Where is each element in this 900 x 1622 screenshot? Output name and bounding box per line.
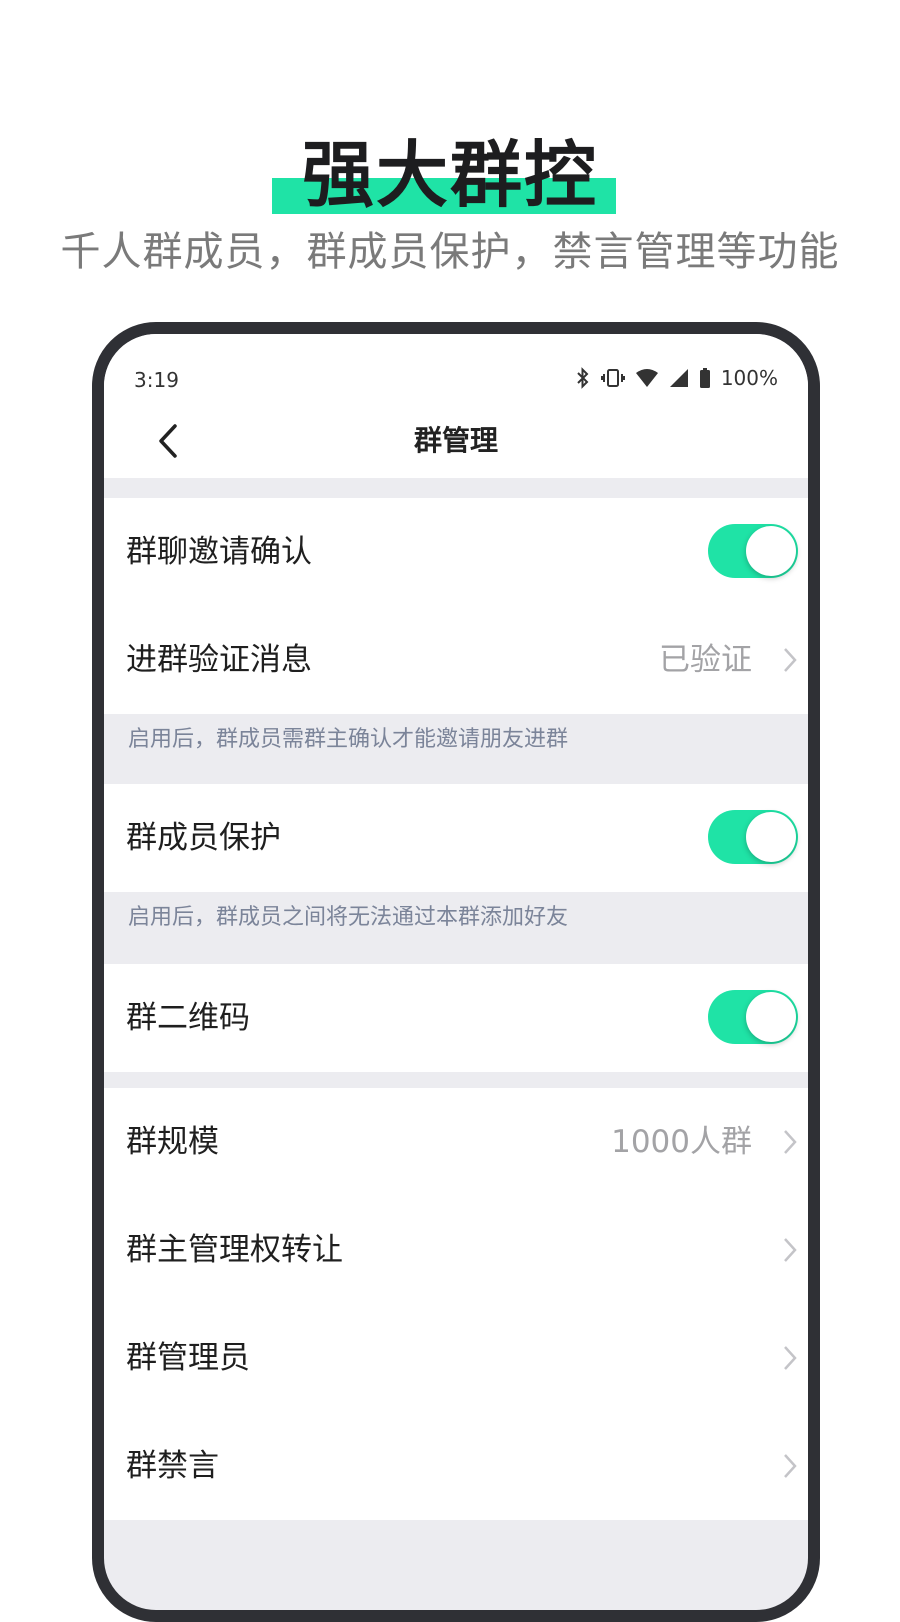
section-protect: 群成员保护	[104, 784, 808, 892]
transfer-owner-label: 群主管理权转让	[126, 1232, 343, 1268]
chevron-right-icon	[784, 1238, 797, 1262]
row-mute[interactable]: 群禁言	[104, 1412, 808, 1520]
status-icons: 100%	[575, 366, 778, 390]
chevron-right-icon	[784, 648, 797, 672]
section-qr: 群二维码	[104, 964, 808, 1072]
member-protect-label: 群成员保护	[126, 820, 281, 856]
invite-confirm-label: 群聊邀请确认	[126, 534, 312, 570]
qr-code-label: 群二维码	[126, 1000, 250, 1036]
signal-icon	[669, 368, 689, 388]
qr-code-toggle[interactable]	[708, 990, 798, 1044]
status-bar: 3:19 100%	[104, 334, 808, 414]
page-title: 群管理	[413, 424, 498, 457]
hint-protect: 启用后，群成员之间将无法通过本群添加好友	[104, 892, 808, 962]
chevron-right-icon	[784, 1346, 797, 1370]
admins-label: 群管理员	[126, 1340, 250, 1376]
row-group-size[interactable]: 群规模 1000人群	[104, 1088, 808, 1196]
hint-invite-text: 启用后，群成员需群主确认才能邀请朋友进群	[128, 727, 569, 752]
row-qr-code: 群二维码	[104, 964, 808, 1072]
invite-confirm-toggle[interactable]	[708, 524, 798, 578]
phone-frame: 3:19 100% 群管理 群聊邀请确认 进群验证消息 已验证 启用后，群成员需…	[92, 322, 820, 1622]
status-time: 3:19	[134, 368, 179, 392]
promo-subtitle: 千人群成员，群成员保护，禁言管理等功能	[60, 229, 840, 275]
join-verify-value: 已验证	[659, 642, 752, 678]
nav-bar: 群管理	[104, 404, 808, 478]
toggle-knob	[746, 812, 796, 862]
hint-protect-text: 启用后，群成员之间将无法通过本群添加好友	[128, 905, 569, 930]
hint-invite: 启用后，群成员需群主确认才能邀请朋友进群	[104, 714, 808, 784]
phone-screen: 3:19 100% 群管理 群聊邀请确认 进群验证消息 已验证 启用后，群成员需…	[104, 334, 808, 1610]
wifi-icon	[635, 368, 659, 388]
section-manage: 群规模 1000人群 群主管理权转让 群管理员 群禁言	[104, 1088, 808, 1520]
bluetooth-icon	[575, 367, 591, 389]
chevron-right-icon	[784, 1454, 797, 1478]
battery-icon	[699, 368, 711, 388]
section-invite: 群聊邀请确认 进群验证消息 已验证	[104, 498, 808, 714]
chevron-right-icon	[784, 1130, 797, 1154]
group-size-label: 群规模	[126, 1124, 219, 1160]
row-admins[interactable]: 群管理员	[104, 1304, 808, 1412]
row-invite-confirm: 群聊邀请确认	[104, 498, 808, 606]
toggle-knob	[746, 526, 796, 576]
promo-title-block: 强大群控	[0, 130, 900, 220]
vibrate-icon	[600, 367, 625, 389]
member-protect-toggle[interactable]	[708, 810, 798, 864]
battery-percent: 100%	[720, 366, 778, 390]
group-size-value: 1000人群	[611, 1124, 752, 1160]
join-verify-label: 进群验证消息	[126, 642, 312, 678]
toggle-knob	[746, 992, 796, 1042]
row-member-protect: 群成员保护	[104, 784, 808, 892]
row-join-verify[interactable]: 进群验证消息 已验证	[104, 606, 808, 714]
row-transfer-owner[interactable]: 群主管理权转让	[104, 1196, 808, 1304]
promo-title: 强大群控	[301, 133, 598, 217]
mute-label: 群禁言	[126, 1448, 219, 1484]
